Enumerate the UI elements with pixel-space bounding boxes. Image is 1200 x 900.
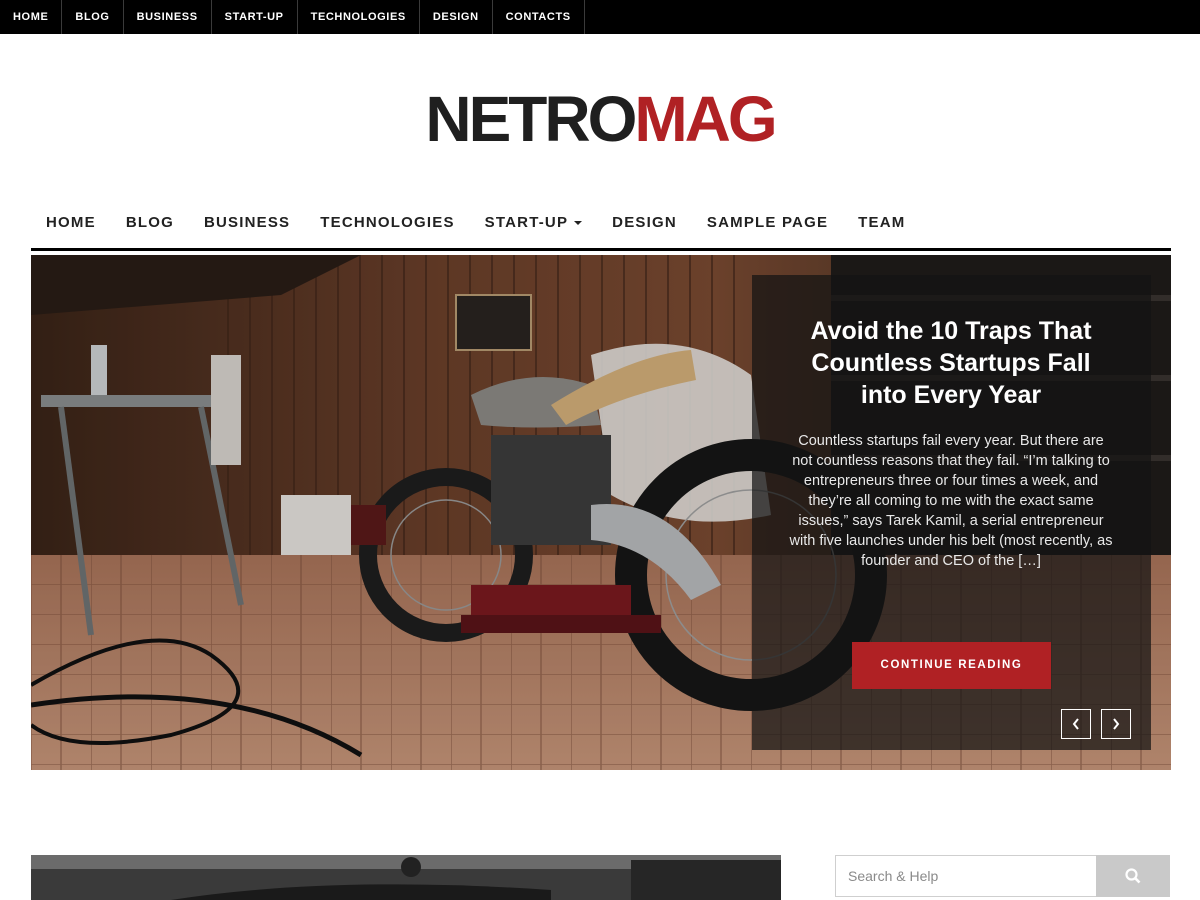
main-navigation: HOME BLOG BUSINESS TECHNOLOGIES START-UP… — [31, 205, 1171, 251]
continue-reading-button[interactable]: CONTINUE READING — [852, 642, 1051, 689]
main-nav-team[interactable]: TEAM — [843, 205, 920, 241]
main-nav-start-up[interactable]: START-UP — [470, 205, 598, 241]
hero-slider: Avoid the 10 Traps That Countless Startu… — [31, 255, 1171, 770]
post-thumbnail-graphic — [31, 855, 781, 900]
chevron-right-icon — [1113, 718, 1120, 730]
slide-title[interactable]: Avoid the 10 Traps That Countless Startu… — [791, 315, 1111, 411]
top-nav-business[interactable]: BUSINESS — [124, 0, 212, 34]
logo-mag-text: MAG — [634, 83, 777, 155]
main-nav-sample-page[interactable]: SAMPLE PAGE — [692, 205, 843, 241]
top-navigation-bar: HOME BLOG BUSINESS START-UP TECHNOLOGIES… — [0, 0, 1200, 34]
main-nav-design[interactable]: DESIGN — [597, 205, 692, 241]
search-form — [835, 855, 1170, 897]
caret-down-icon — [574, 221, 583, 226]
main-nav-blog[interactable]: BLOG — [111, 205, 189, 241]
top-nav-blog[interactable]: BLOG — [62, 0, 124, 34]
main-nav-business[interactable]: BUSINESS — [189, 205, 305, 241]
top-nav-design[interactable]: DESIGN — [420, 0, 493, 34]
site-logo[interactable]: NETROMAG — [0, 84, 1200, 154]
chevron-left-icon — [1072, 718, 1079, 730]
slider-next-button[interactable] — [1101, 709, 1131, 739]
search-icon — [1125, 868, 1141, 884]
main-nav-start-up-label: START-UP — [484, 214, 569, 231]
search-button[interactable] — [1096, 855, 1170, 897]
top-nav-home[interactable]: HOME — [0, 0, 63, 34]
logo-netro-text: NETRO — [425, 83, 637, 155]
top-nav-contacts[interactable]: CONTACTS — [493, 0, 585, 34]
slide-excerpt: Countless startups fail every year. But … — [789, 433, 1113, 569]
top-nav-technologies[interactable]: TECHNOLOGIES — [298, 0, 420, 34]
main-nav-technologies[interactable]: TECHNOLOGIES — [305, 205, 469, 241]
top-nav-start-up[interactable]: START-UP — [212, 0, 298, 34]
search-input[interactable] — [835, 855, 1096, 897]
post-thumbnail-image[interactable] — [31, 855, 781, 900]
slider-prev-button[interactable] — [1061, 709, 1091, 739]
main-nav-home[interactable]: HOME — [31, 205, 111, 241]
